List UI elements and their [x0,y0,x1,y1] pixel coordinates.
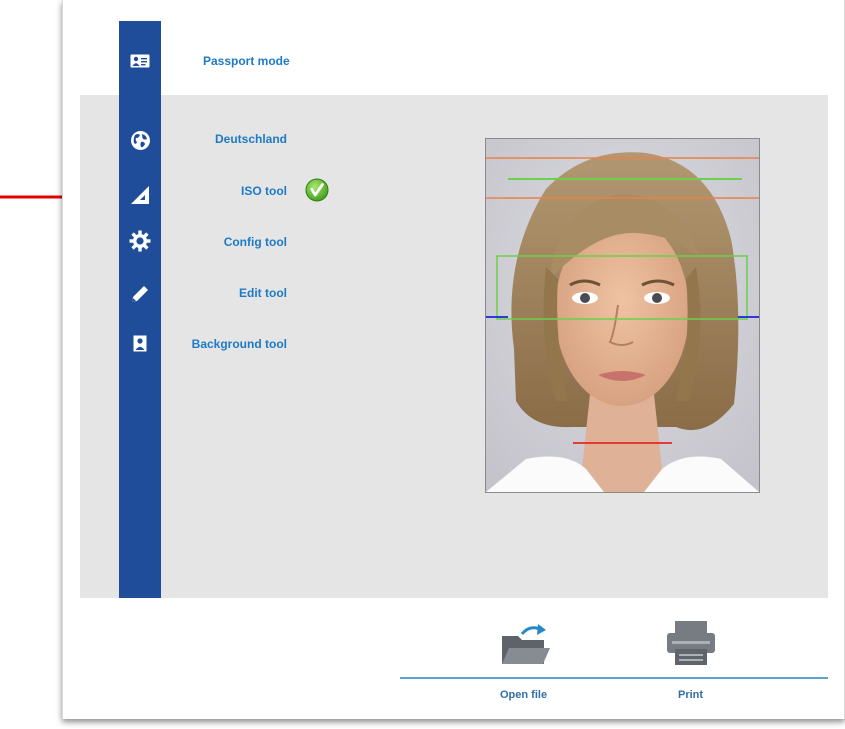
pencil-icon[interactable] [119,281,161,307]
set-square-icon[interactable] [119,182,161,208]
gear-icon[interactable] [119,228,161,254]
menu-item-background-tool[interactable]: Background tool [170,337,287,351]
passport-photo [485,138,760,493]
menu-item-deutschland[interactable]: Deutschland [170,132,287,146]
id-card-icon[interactable] [119,48,161,74]
globe-icon[interactable] [119,127,161,153]
iso-check-icon [305,178,329,202]
open-folder-icon[interactable] [500,622,552,666]
menu-item-config-tool[interactable]: Config tool [170,235,287,249]
print-button[interactable]: Print [678,689,703,701]
printer-icon[interactable] [665,619,717,667]
menu-item-iso-tool[interactable]: ISO tool [170,184,287,198]
menu-item-edit-tool[interactable]: Edit tool [170,286,287,300]
passport-mode-label: Passport mode [203,54,290,68]
iso-guide-overlay [486,157,759,444]
sidebar [119,21,161,598]
bottom-divider [400,677,828,679]
portrait-icon[interactable] [119,330,161,356]
open-file-button[interactable]: Open file [500,689,547,701]
